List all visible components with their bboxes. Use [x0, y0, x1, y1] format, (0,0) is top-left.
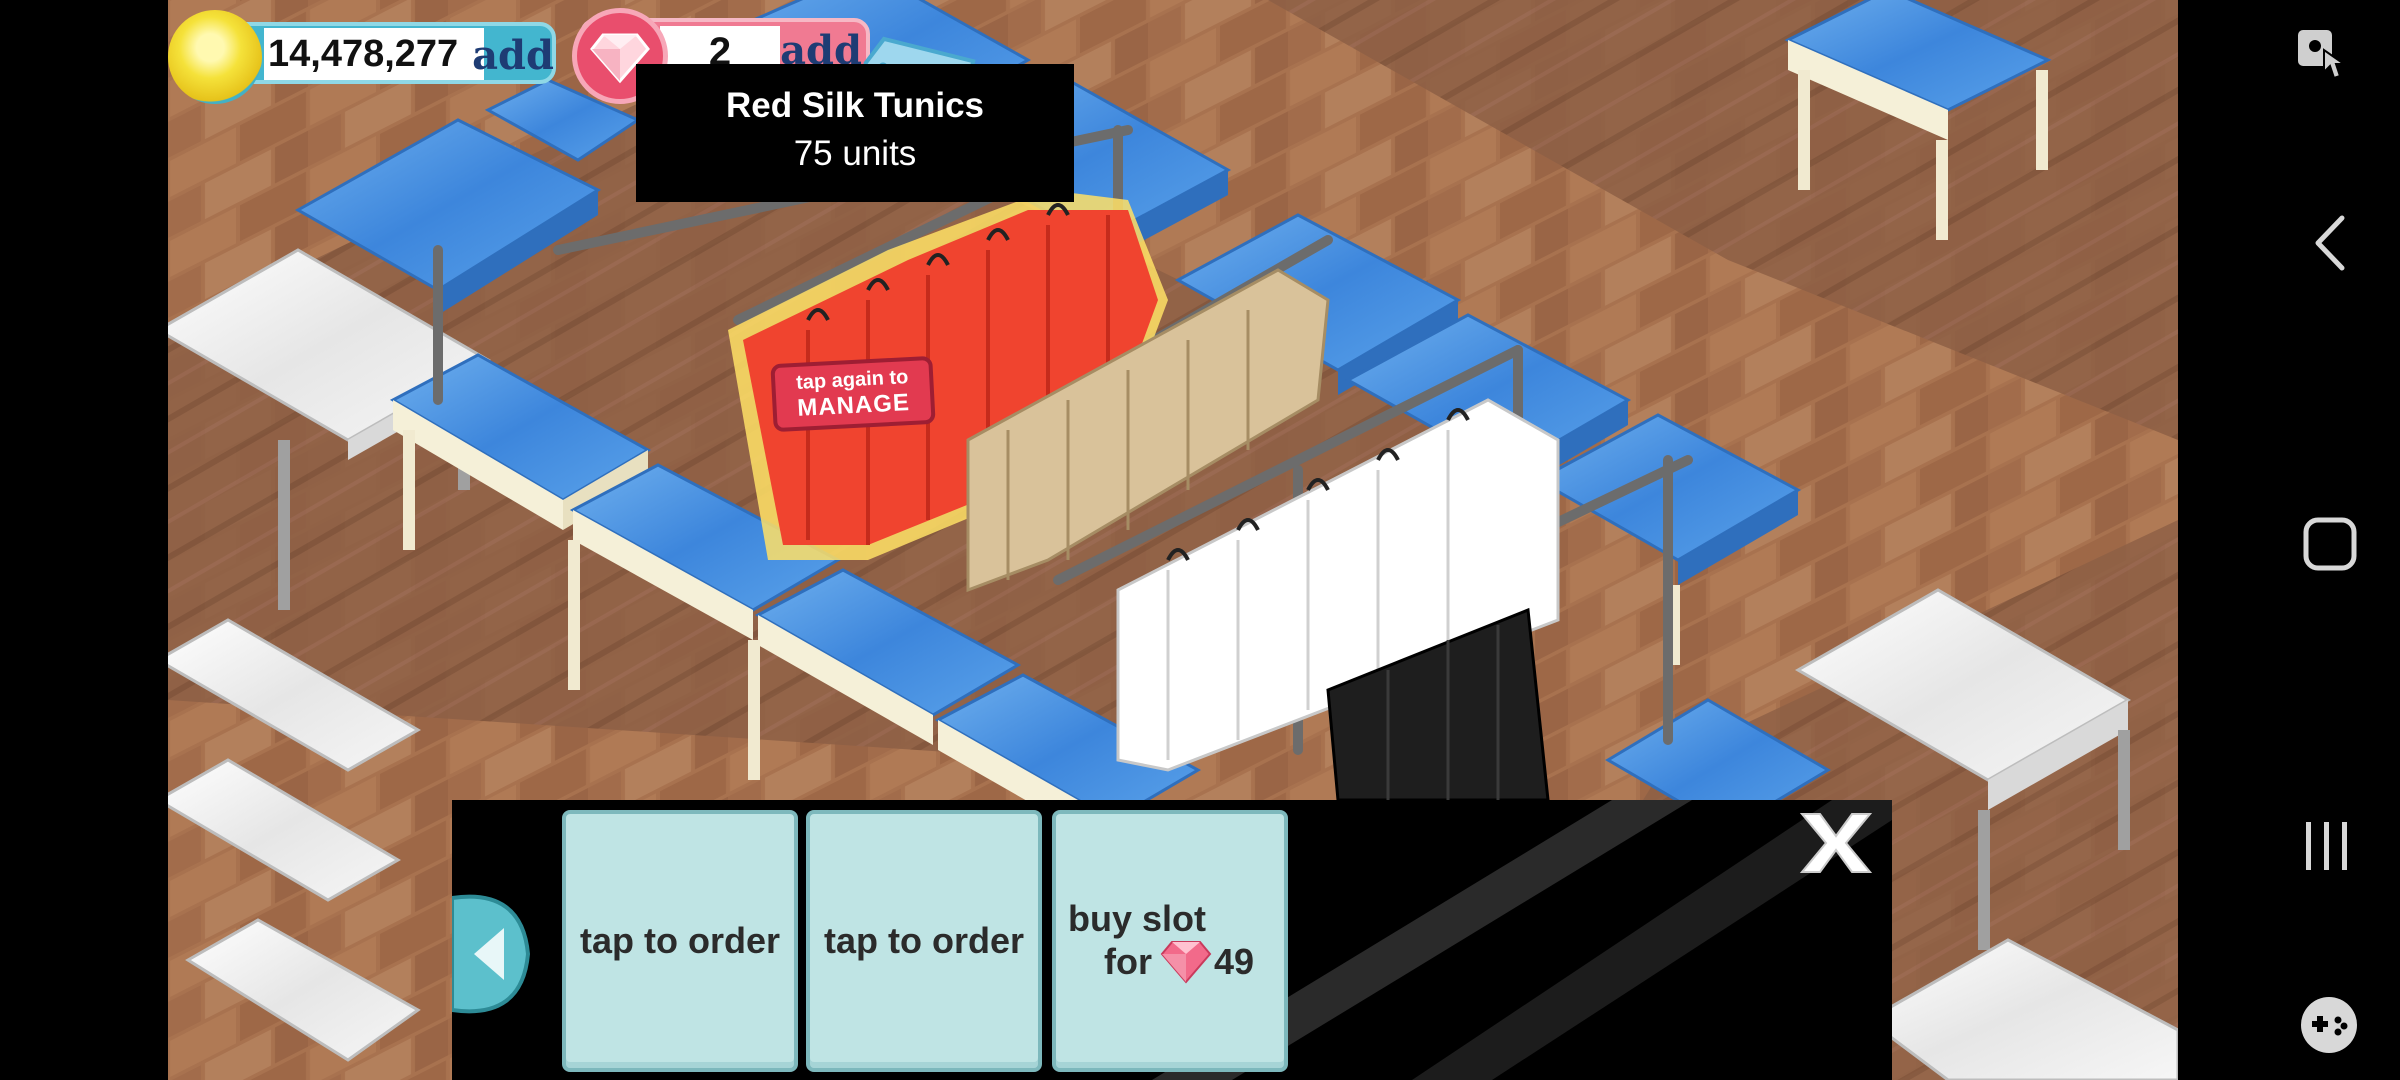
order-slot-label: tap to order — [823, 920, 1024, 961]
scroll-back-button[interactable] — [450, 888, 531, 1020]
lock-touch-icon[interactable] — [2296, 28, 2348, 87]
gem-icon — [1160, 940, 1212, 984]
manage-badge[interactable]: tap again to MANAGE — [770, 355, 936, 433]
coin-balance: 14,478,277 — [264, 28, 484, 80]
order-slot-2[interactable]: tap to order — [806, 810, 1042, 1072]
chevron-left-icon — [450, 894, 531, 1014]
add-coins-button[interactable]: add — [468, 30, 558, 80]
gamepad-icon[interactable] — [2298, 994, 2360, 1061]
system-nav-bar — [2178, 0, 2400, 1080]
order-slot-label: tap to order — [579, 920, 780, 961]
item-info-tooltip: Red Silk Tunics 75 units — [636, 64, 1074, 202]
home-icon[interactable] — [2302, 516, 2358, 577]
coin-icon — [168, 10, 262, 104]
close-panel-button[interactable] — [1796, 808, 1876, 878]
item-units: 75 units — [793, 134, 917, 173]
recents-icon[interactable] — [2302, 818, 2352, 879]
buy-slot-price-line: for 49 — [1104, 940, 1254, 984]
item-name: Red Silk Tunics — [725, 86, 985, 125]
buy-slot-button[interactable]: buy slot for 49 — [1052, 810, 1288, 1072]
buy-slot-label: buy slot — [1068, 898, 1207, 939]
buy-slot-price: 49 — [1214, 941, 1255, 982]
buy-slot-for: for — [1104, 941, 1152, 982]
order-slot-1[interactable]: tap to order — [562, 810, 798, 1072]
close-icon — [1799, 813, 1873, 873]
back-icon[interactable] — [2312, 214, 2348, 277]
